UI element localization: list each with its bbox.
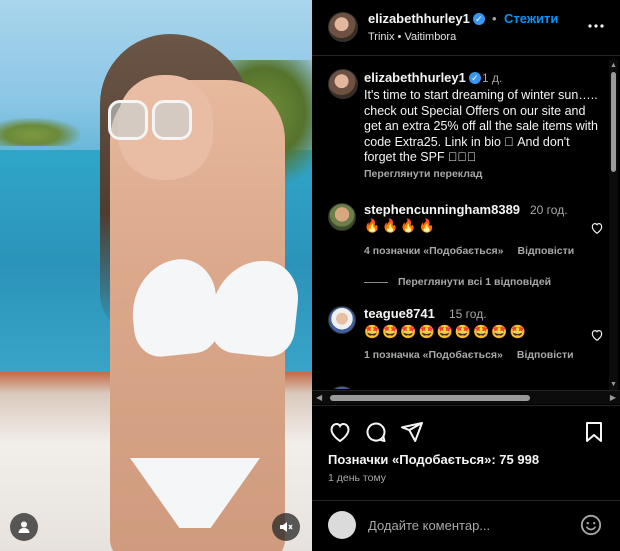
commenter-username[interactable]: stephencunningham8389 [364, 202, 520, 217]
comment-text: 🔥🔥🔥🔥 [364, 218, 437, 233]
more-horizontal-icon [588, 24, 604, 28]
verified-badge-icon: ✓ [468, 72, 481, 84]
author-username-text[interactable]: elizabethhurley1 [368, 11, 470, 26]
commenter-username[interactable]: teague8741 [364, 306, 435, 321]
current-user-avatar [328, 511, 356, 539]
tagged-people-button[interactable] [10, 513, 38, 541]
comment-meta: 4 позначки «Подобається» Відповісти [364, 245, 588, 257]
photo-person [40, 20, 302, 551]
comment-text: 🤩🤩🤩🤩🤩🤩🤩🤩🤩 [364, 324, 528, 339]
scroll-down-arrow-icon[interactable]: ▼ [610, 381, 617, 388]
author-username[interactable]: elizabethhurley1 ✓ [368, 11, 485, 26]
post-media[interactable] [0, 0, 312, 551]
post-actions: Позначки «Подобається»: 75 998 1 день то… [312, 405, 620, 505]
comment-time: 20 год. [530, 203, 568, 217]
like-heart-icon[interactable] [328, 420, 352, 444]
replies-divider [364, 281, 388, 283]
view-replies-button[interactable]: Переглянути всі 1 відповідей [364, 276, 551, 288]
scrollbar-thumb[interactable] [611, 72, 616, 172]
post-timestamp: 1 день тому [328, 472, 387, 484]
scroll-left-arrow-icon[interactable]: ◀ [316, 393, 322, 402]
view-replies-label[interactable]: Переглянути всі 1 відповідей [398, 276, 551, 288]
follow-button[interactable]: Стежити [504, 11, 558, 26]
see-translation-link[interactable]: Переглянути переклад [364, 168, 482, 180]
sunglasses-right [152, 100, 192, 140]
caption-time: 1 д. [482, 71, 503, 85]
author-avatar[interactable] [328, 12, 358, 42]
share-paper-plane-icon[interactable] [400, 420, 424, 444]
mute-button[interactable] [272, 513, 300, 541]
caption-author-username[interactable]: elizabethhurley1 ✓ [364, 70, 481, 85]
like-comment-heart-icon[interactable] [590, 328, 604, 342]
comment-bubble-icon[interactable] [364, 420, 388, 444]
comment-time: 15 год. [449, 307, 487, 321]
comments-horizontal-scrollbar[interactable]: ◀ ▶ [312, 390, 620, 404]
caption-author-avatar[interactable] [328, 69, 358, 99]
scroll-up-arrow-icon[interactable]: ▲ [610, 62, 617, 69]
speaker-muted-icon [280, 522, 293, 532]
reply-button[interactable]: Відповісти [517, 349, 574, 361]
add-comment-input[interactable] [368, 513, 568, 537]
comment-meta: 1 позначка «Подобається» Відповісти [364, 349, 588, 361]
emoji-picker-icon[interactable] [580, 514, 602, 536]
scrollbar-thumb[interactable] [330, 395, 530, 401]
post-location[interactable]: Trinix • Vaitimbora [368, 31, 456, 43]
person-icon [18, 521, 30, 533]
comment-likes-count[interactable]: 1 позначка «Подобається» [364, 349, 503, 361]
post-likes-count[interactable]: Позначки «Подобається»: 75 998 [328, 452, 539, 467]
sunglasses-left [108, 100, 148, 140]
more-options-button[interactable] [584, 14, 608, 38]
comments-vertical-scrollbar[interactable]: ▲ ▼ [609, 60, 618, 390]
reply-button[interactable]: Відповісти [518, 245, 575, 257]
comment-likes-count[interactable]: 4 позначки «Подобається» [364, 245, 504, 257]
like-comment-heart-icon[interactable] [590, 221, 604, 235]
post-details-pane: elizabethhurley1 ✓ • Стежити Trinix • Vai… [312, 0, 620, 551]
separator-dot: • [492, 11, 497, 26]
comment-composer [312, 500, 620, 551]
commenter-avatar[interactable] [328, 386, 356, 389]
verified-badge-icon: ✓ [472, 13, 485, 25]
caption-text: It's time to start dreaming of winter su… [364, 88, 598, 164]
post-header: elizabethhurley1 ✓ • Стежити Trinix • Vai… [312, 0, 620, 56]
commenter-avatar[interactable] [328, 306, 356, 334]
comments-list[interactable]: elizabethhurley1 ✓ 1 д. It's time to star… [312, 57, 620, 389]
save-bookmark-icon[interactable] [582, 420, 606, 444]
caption-username-text[interactable]: elizabethhurley1 [364, 70, 466, 85]
commenter-avatar[interactable] [328, 203, 356, 231]
scroll-right-arrow-icon[interactable]: ▶ [610, 393, 616, 402]
